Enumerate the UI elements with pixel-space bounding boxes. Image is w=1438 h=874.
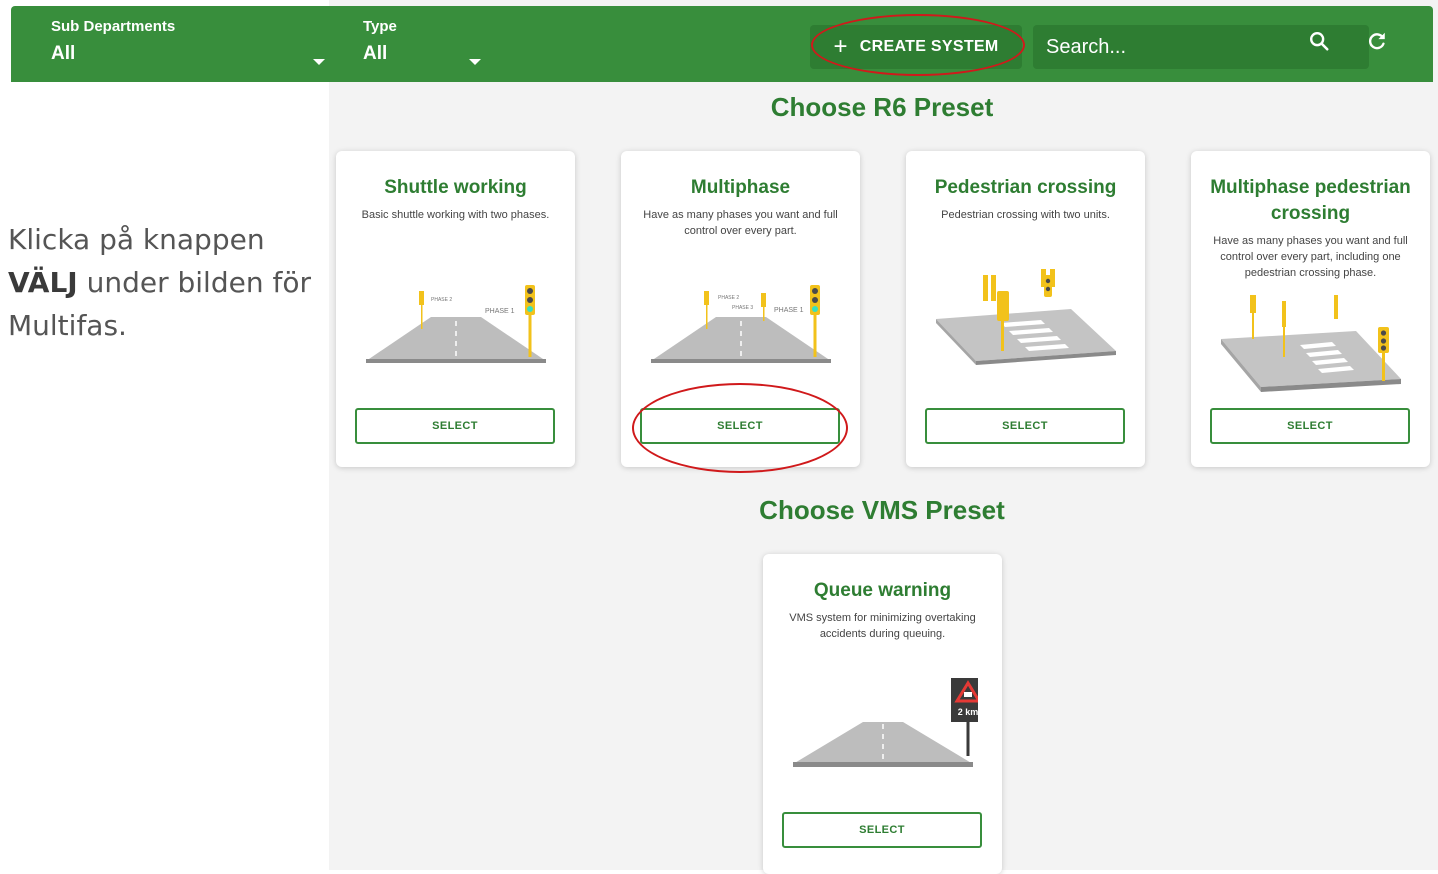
- card-description: VMS system for minimizing overtaking acc…: [789, 612, 976, 640]
- preset-card-multiphase-pedestrian-crossing: Multiphase pedestrian crossing Have as m…: [1191, 151, 1430, 467]
- search-input[interactable]: [1033, 25, 1305, 69]
- type-filter[interactable]: Type All: [363, 18, 503, 65]
- instruction-line-3: Multifas.: [8, 309, 127, 342]
- phase-2-label: PHASE 2: [431, 297, 452, 303]
- plus-icon: +: [833, 33, 848, 60]
- select-button[interactable]: SELECT: [355, 408, 555, 444]
- preset-card-shuttle-working: Shuttle working Basic shuttle working wi…: [336, 151, 575, 467]
- select-button[interactable]: SELECT: [782, 812, 982, 848]
- multiphase-pedestrian-illustration: [1221, 295, 1401, 392]
- shuttle-road-illustration: PHASE 2 PHASE 1: [366, 285, 546, 363]
- top-bar: Sub Departments All Type All + CREATE SY…: [11, 6, 1433, 82]
- card-description: Have as many phases you want and full co…: [643, 209, 838, 237]
- preset-card-multiphase: Multiphase Have as many phases you want …: [621, 151, 860, 467]
- card-description: Basic shuttle working with two phases.: [361, 209, 550, 221]
- vms-section-title: Choose VMS Preset: [759, 495, 1005, 525]
- type-label: Type: [363, 18, 397, 35]
- type-value: All: [363, 43, 388, 64]
- select-button[interactable]: SELECT: [640, 408, 840, 444]
- caret-down-icon: [313, 59, 325, 65]
- instruction-panel: Klicka på knappen VÄLJ under bilden för …: [0, 0, 329, 870]
- sub-departments-label: Sub Departments: [51, 18, 176, 35]
- refresh-icon: [1368, 32, 1385, 50]
- pedestrian-crossing-illustration: [936, 269, 1116, 365]
- phase-3-label: PHASE 3: [732, 305, 753, 311]
- card-title: Multiphase pedestrian crossing: [1210, 177, 1411, 224]
- search-button[interactable]: [1304, 24, 1334, 58]
- preset-card-queue-warning: Queue warning VMS system for minimizing …: [763, 554, 1002, 874]
- phase-2-label: PHASE 2: [718, 295, 739, 301]
- card-title: Queue warning: [813, 580, 952, 601]
- sub-departments-filter[interactable]: Sub Departments All: [51, 18, 331, 65]
- card-title: Pedestrian crossing: [934, 177, 1117, 198]
- create-system-button[interactable]: + CREATE SYSTEM: [810, 25, 1022, 69]
- card-description: Have as many phases you want and full co…: [1213, 235, 1408, 279]
- sign-distance-text: 2 km: [958, 707, 978, 717]
- instruction-text: Klicka på knappen VÄLJ under bilden för …: [8, 218, 318, 347]
- multiphase-road-illustration: PHASE 2 PHASE 3 PHASE 1: [651, 285, 831, 363]
- card-title: Shuttle working: [384, 177, 527, 198]
- select-button[interactable]: SELECT: [925, 408, 1125, 444]
- phase-1-label: PHASE 1: [485, 308, 515, 315]
- refresh-button[interactable]: [1362, 24, 1392, 58]
- search-icon: [1310, 32, 1329, 51]
- instruction-line-1: Klicka på knappen: [8, 223, 265, 256]
- caret-down-icon: [469, 59, 481, 65]
- card-description: Pedestrian crossing with two units.: [941, 209, 1110, 221]
- r6-section-title: Choose R6 Preset: [770, 92, 994, 122]
- preset-card-pedestrian-crossing: Pedestrian crossing Pedestrian crossing …: [906, 151, 1145, 467]
- queue-warning-illustration: 2 km: [793, 678, 978, 767]
- select-button[interactable]: SELECT: [1210, 408, 1410, 444]
- card-title: Multiphase: [690, 177, 791, 198]
- instruction-bold-word: VÄLJ: [8, 266, 78, 299]
- phase-1-label: PHASE 1: [774, 307, 804, 314]
- instruction-line-2: under bilden för: [77, 266, 311, 299]
- sub-departments-value: All: [51, 43, 76, 64]
- create-system-label: CREATE SYSTEM: [859, 38, 999, 55]
